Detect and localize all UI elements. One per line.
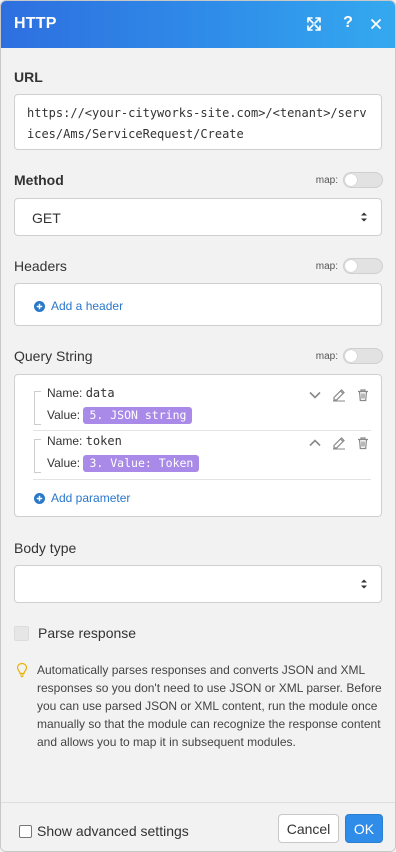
- method-map-control: map:: [316, 172, 383, 188]
- query-item-actions: [308, 388, 370, 402]
- query-item-name-row: Name: data: [47, 386, 115, 400]
- name-label: Name:: [47, 386, 83, 400]
- map-label: map:: [315, 174, 338, 186]
- close-icon[interactable]: [367, 15, 385, 33]
- divider: [33, 479, 371, 480]
- panel-title: HTTP: [14, 15, 57, 32]
- body-type-label: Body type: [14, 540, 77, 556]
- panel-footer: Show advanced settings Cancel OK: [1, 802, 395, 851]
- query-item-actions: [308, 436, 370, 450]
- add-header-link[interactable]: Add a header: [34, 299, 123, 313]
- map-label: map:: [315, 260, 338, 272]
- trash-icon[interactable]: [356, 436, 370, 450]
- query-map-toggle[interactable]: [343, 348, 383, 364]
- edit-icon[interactable]: [332, 436, 346, 450]
- advanced-settings-row: Show advanced settings: [19, 823, 189, 839]
- url-value: https://<your-cityworks-site.com>/<tenan…: [27, 106, 367, 141]
- name-label: Name:: [47, 434, 83, 448]
- advanced-settings-label: Show advanced settings: [37, 823, 189, 839]
- value-label: Value:: [47, 456, 81, 470]
- headers-map-control: map:: [316, 258, 383, 274]
- chevron-down-icon[interactable]: [308, 388, 322, 402]
- mapped-value-pill[interactable]: 3. Value: Token: [83, 455, 200, 472]
- url-label: URL: [14, 69, 43, 85]
- query-item-name[interactable]: token: [86, 434, 122, 448]
- map-label: map:: [315, 350, 338, 362]
- trash-icon[interactable]: [356, 388, 370, 402]
- chevron-up-icon[interactable]: [308, 436, 322, 450]
- ok-button[interactable]: OK: [345, 814, 383, 843]
- select-arrows-icon: [361, 579, 367, 589]
- query-map-control: map:: [316, 348, 383, 364]
- cancel-button[interactable]: Cancel: [278, 814, 339, 843]
- lightbulb-icon: [16, 662, 28, 678]
- parse-response-row: Parse response: [14, 625, 136, 641]
- add-header-label: Add a header: [51, 299, 124, 313]
- headers-label: Headers: [14, 258, 67, 274]
- http-module-panel: HTTP ? URL https://<your-cityworks-site.…: [0, 0, 396, 852]
- method-select[interactable]: GET: [14, 198, 382, 236]
- query-item-name-row: Name: token: [47, 434, 122, 448]
- query-item: Name: data Value: 5. JSON string: [34, 383, 372, 427]
- query-item-value-row: Value: 3. Value: Token: [47, 455, 200, 472]
- headers-box: Add a header: [14, 283, 382, 326]
- advanced-settings-checkbox[interactable]: [19, 824, 32, 838]
- body-type-select[interactable]: [14, 565, 382, 603]
- method-label: Method: [14, 172, 64, 188]
- query-item: Name: token Value: 3. Value: Token: [34, 431, 372, 475]
- url-field[interactable]: https://<your-cityworks-site.com>/<tenan…: [14, 94, 382, 150]
- add-parameter-link[interactable]: Add parameter: [34, 491, 130, 505]
- add-parameter-label: Add parameter: [51, 491, 131, 505]
- plus-circle-icon: [34, 300, 45, 312]
- query-string-label: Query String: [14, 348, 93, 364]
- method-selected-value: GET: [32, 210, 61, 226]
- select-arrows-icon: [361, 212, 367, 222]
- mapped-value-pill[interactable]: 5. JSON string: [83, 407, 193, 424]
- headers-map-toggle[interactable]: [343, 258, 383, 274]
- value-label: Value:: [47, 408, 81, 422]
- parse-response-help-text: Automatically parses responses and conve…: [37, 663, 382, 749]
- parse-response-label: Parse response: [38, 625, 137, 641]
- plus-circle-icon: [34, 492, 45, 504]
- help-icon[interactable]: ?: [339, 14, 357, 32]
- expand-icon[interactable]: [305, 15, 323, 33]
- method-map-toggle[interactable]: [343, 172, 383, 188]
- query-item-value-row: Value: 5. JSON string: [47, 407, 193, 424]
- parse-response-checkbox[interactable]: [14, 625, 29, 641]
- edit-icon[interactable]: [332, 388, 346, 402]
- panel-header: HTTP ?: [1, 1, 395, 48]
- query-item-name[interactable]: data: [86, 386, 115, 400]
- query-string-box: Name: data Value: 5. JSON string Name: t…: [14, 374, 382, 517]
